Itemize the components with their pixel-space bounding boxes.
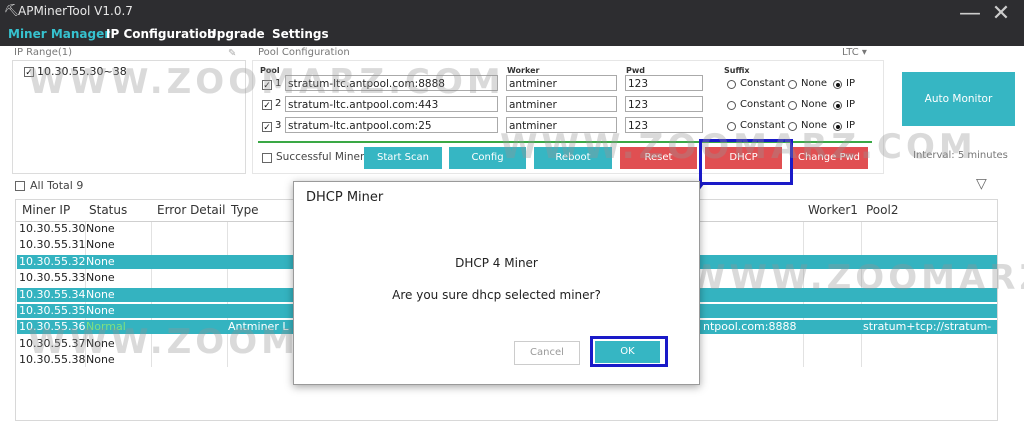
pool-1-pwd-input[interactable]: 123 (625, 75, 703, 91)
suffix-1-none-radio[interactable] (788, 80, 797, 89)
col-error-detail[interactable]: Error Detail (157, 203, 225, 217)
all-total-checkbox[interactable] (15, 181, 25, 191)
coin-select[interactable]: LTC ▾ (842, 47, 867, 58)
suffix-2-none-radio[interactable] (788, 101, 797, 110)
dialog-message: Are you sure dhcp selected miner? (392, 288, 601, 302)
suffix-1-ip-label: IP (846, 78, 855, 89)
suffix-2-constant-label: Constant (740, 99, 785, 110)
edit-icon[interactable]: ✎ (228, 48, 236, 59)
pool-2-worker-input[interactable]: antminer (506, 96, 617, 112)
row-pool1: ntpool.com:8888 (703, 320, 797, 333)
suffix-1-constant-radio[interactable] (727, 80, 736, 89)
row-status: None (86, 288, 115, 301)
successful-miner-label: Successful Miner (276, 151, 365, 163)
suffix-2-none-label: None (801, 99, 828, 110)
dialog-heading: DHCP 4 Miner (455, 256, 538, 270)
window-title: APMinerTool V1.0.7 (18, 4, 133, 18)
app-icon: ⛏ (4, 3, 20, 17)
row-pool2: stratum+tcp://stratum- (863, 320, 992, 333)
col-type[interactable]: Type (231, 203, 259, 217)
dialog-title: DHCP Miner (306, 190, 384, 205)
suffix-header: Suffix (724, 66, 750, 75)
col-miner-ip[interactable]: Miner IP (22, 203, 70, 217)
menu-settings[interactable]: Settings (272, 27, 329, 41)
close-button[interactable]: ✕ (988, 0, 1014, 28)
col-worker1[interactable]: Worker1 (808, 203, 858, 217)
row-ip: 10.30.55.30 (19, 222, 86, 235)
menu-upgrade[interactable]: Upgrade (207, 27, 265, 41)
menu-miner-manager[interactable]: Miner Manager (8, 27, 110, 41)
row-status: None (86, 238, 115, 251)
pool-2-pwd-input[interactable]: 123 (625, 96, 703, 112)
cancel-button[interactable]: Cancel (514, 341, 580, 365)
row-ip: 10.30.55.31 (19, 238, 86, 251)
filter-icon[interactable]: ▽ (976, 176, 987, 192)
pwd-header: Pwd (626, 66, 645, 75)
start-scan-button[interactable]: Start Scan (364, 147, 442, 169)
suffix-1-none-label: None (801, 78, 828, 89)
minimize-button[interactable]: — (958, 0, 982, 28)
worker-header: Worker (507, 66, 540, 75)
row-status: None (86, 255, 115, 268)
suffix-1-ip-radio[interactable] (833, 80, 842, 89)
suffix-2-constant-radio[interactable] (727, 101, 736, 110)
ok-highlight-box (590, 336, 668, 367)
pool-1-worker-input[interactable]: antminer (506, 75, 617, 91)
menu-ip-configuration[interactable]: IP Configuration (106, 27, 216, 41)
watermark: WWW.ZOOMARZ.COM (688, 258, 1024, 298)
row-ip: 10.30.55.33 (19, 271, 86, 284)
col-pool2[interactable]: Pool2 (866, 203, 898, 217)
all-total-label: All Total 9 (30, 179, 84, 192)
pool-3-number: 3 (275, 120, 282, 131)
ip-range-label: IP Range(1) (14, 47, 73, 58)
pool-3-checkbox[interactable]: ✓ (262, 122, 272, 133)
pool-3-url-input[interactable]: stratum-ltc.antpool.com:25 (285, 117, 498, 133)
auto-monitor-button[interactable]: Auto Monitor (902, 72, 1015, 126)
suffix-2-ip-label: IP (846, 99, 855, 110)
row-ip: 10.30.55.34 (19, 288, 86, 301)
watermark: WWW.ZOOMARZ.COM (28, 62, 505, 102)
row-ip: 10.30.55.35 (19, 304, 86, 317)
row-status: None (86, 271, 115, 284)
row-ip: 10.30.55.32 (19, 255, 86, 268)
pool-config-label: Pool Configuration (258, 47, 350, 58)
suffix-1-constant-label: Constant (740, 78, 785, 89)
row-status: None (86, 304, 115, 317)
suffix-2-ip-radio[interactable] (833, 101, 842, 110)
col-status[interactable]: Status (89, 203, 127, 217)
row-status: None (86, 222, 115, 235)
watermark: WWW.ZOOMARZ.COM (500, 127, 977, 167)
successful-miner-checkbox[interactable] (262, 153, 272, 163)
